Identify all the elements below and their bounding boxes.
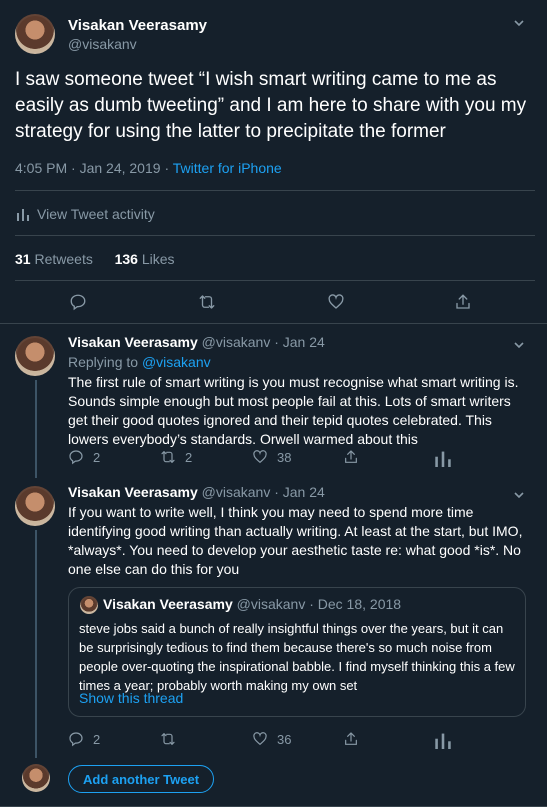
like-icon[interactable] <box>252 449 268 465</box>
reply-text: The first rule of smart writing is you m… <box>68 374 519 447</box>
quoted-header: Visakan Veerasamy @visakanv · Dec 18, 20… <box>103 596 401 612</box>
tweet-source[interactable]: Twitter for iPhone <box>173 160 282 176</box>
quoted-tweet-card[interactable]: Visakan Veerasamy @visakanv · Dec 18, 20… <box>68 587 526 717</box>
reply-icon[interactable] <box>68 731 84 747</box>
replying-handle[interactable]: @visakanv <box>142 354 211 370</box>
add-another-tweet-button[interactable]: Add another Tweet <box>68 765 215 793</box>
tweet-stats: 31 Retweets 136 Likes <box>15 251 175 267</box>
reply-author-name[interactable]: Visakan Veerasamy <box>68 484 198 500</box>
retweet-icon[interactable] <box>198 293 216 311</box>
divider <box>15 280 535 281</box>
retweets-count: 31 <box>15 251 31 267</box>
composer-avatar <box>22 764 50 792</box>
reply-author-name[interactable]: Visakan Veerasamy <box>68 334 198 350</box>
activity-icon[interactable] <box>434 449 452 467</box>
activity-icon <box>17 207 29 221</box>
retweets-stat[interactable]: 31 Retweets <box>15 251 93 267</box>
meta-separator: · <box>164 160 170 176</box>
replying-prefix: Replying to <box>68 354 139 370</box>
divider <box>0 323 547 324</box>
activity-label: View Tweet activity <box>37 206 155 222</box>
reply-date[interactable]: · Jan 24 <box>274 334 325 350</box>
reply-date[interactable]: · Jan 24 <box>274 484 325 500</box>
quoted-author-handle: @visakanv <box>236 596 306 612</box>
show-thread-link[interactable]: Show this thread <box>79 690 183 706</box>
share-icon[interactable] <box>343 731 359 747</box>
reply-author-handle[interactable]: @visakanv <box>202 484 271 500</box>
like-icon[interactable] <box>327 293 345 311</box>
like-count: 36 <box>277 732 292 747</box>
tweet-text: I saw someone tweet “I wish smart writin… <box>15 69 527 142</box>
thread-line <box>35 380 37 478</box>
reply-avatar[interactable] <box>15 336 55 376</box>
like-icon[interactable] <box>252 731 268 747</box>
replying-to: Replying to @visakanv <box>68 354 211 370</box>
chevron-down-icon[interactable] <box>512 16 526 30</box>
thread-line <box>35 530 37 758</box>
author-name[interactable]: Visakan Veerasamy <box>68 17 207 34</box>
quoted-date: · Dec 18, 2018 <box>309 596 402 612</box>
activity-icon[interactable] <box>434 731 452 749</box>
share-icon[interactable] <box>454 293 472 311</box>
likes-label: Likes <box>141 251 175 267</box>
quoted-avatar <box>80 596 98 614</box>
reply-icon[interactable] <box>68 449 84 465</box>
quoted-text: steve jobs said a bunch of really insigh… <box>79 621 515 693</box>
author-handle[interactable]: @visakanv <box>68 36 137 52</box>
likes-stat[interactable]: 136 Likes <box>115 251 175 267</box>
reply-header: Visakan Veerasamy @visakanv · Jan 24 <box>68 484 325 500</box>
divider <box>15 190 535 191</box>
chevron-down-icon[interactable] <box>512 338 526 352</box>
quoted-author-name: Visakan Veerasamy <box>103 596 233 612</box>
retweet-count: 2 <box>185 450 193 465</box>
retweet-icon[interactable] <box>160 731 176 747</box>
retweets-label: Retweets <box>34 251 93 267</box>
divider <box>15 235 535 236</box>
reply-header: Visakan Veerasamy @visakanv · Jan 24 <box>68 334 325 350</box>
like-count: 38 <box>277 450 292 465</box>
likes-count: 136 <box>114 251 138 267</box>
reply-count: 2 <box>93 732 101 747</box>
reply-text: If you want to write well, I think you m… <box>68 504 523 577</box>
retweet-icon[interactable] <box>160 449 176 465</box>
share-icon[interactable] <box>343 449 359 465</box>
view-activity-link[interactable]: View Tweet activity <box>17 206 155 222</box>
author-avatar[interactable] <box>15 14 55 54</box>
reply-icon[interactable] <box>69 293 87 311</box>
chevron-down-icon[interactable] <box>512 488 526 502</box>
reply-author-handle[interactable]: @visakanv <box>202 334 271 350</box>
tweet-time[interactable]: 4:05 PM · Jan 24, 2019 <box>15 160 161 176</box>
reply-avatar[interactable] <box>15 486 55 526</box>
tweet-meta: 4:05 PM · Jan 24, 2019 · Twitter for iPh… <box>15 160 282 176</box>
reply-count: 2 <box>93 450 101 465</box>
